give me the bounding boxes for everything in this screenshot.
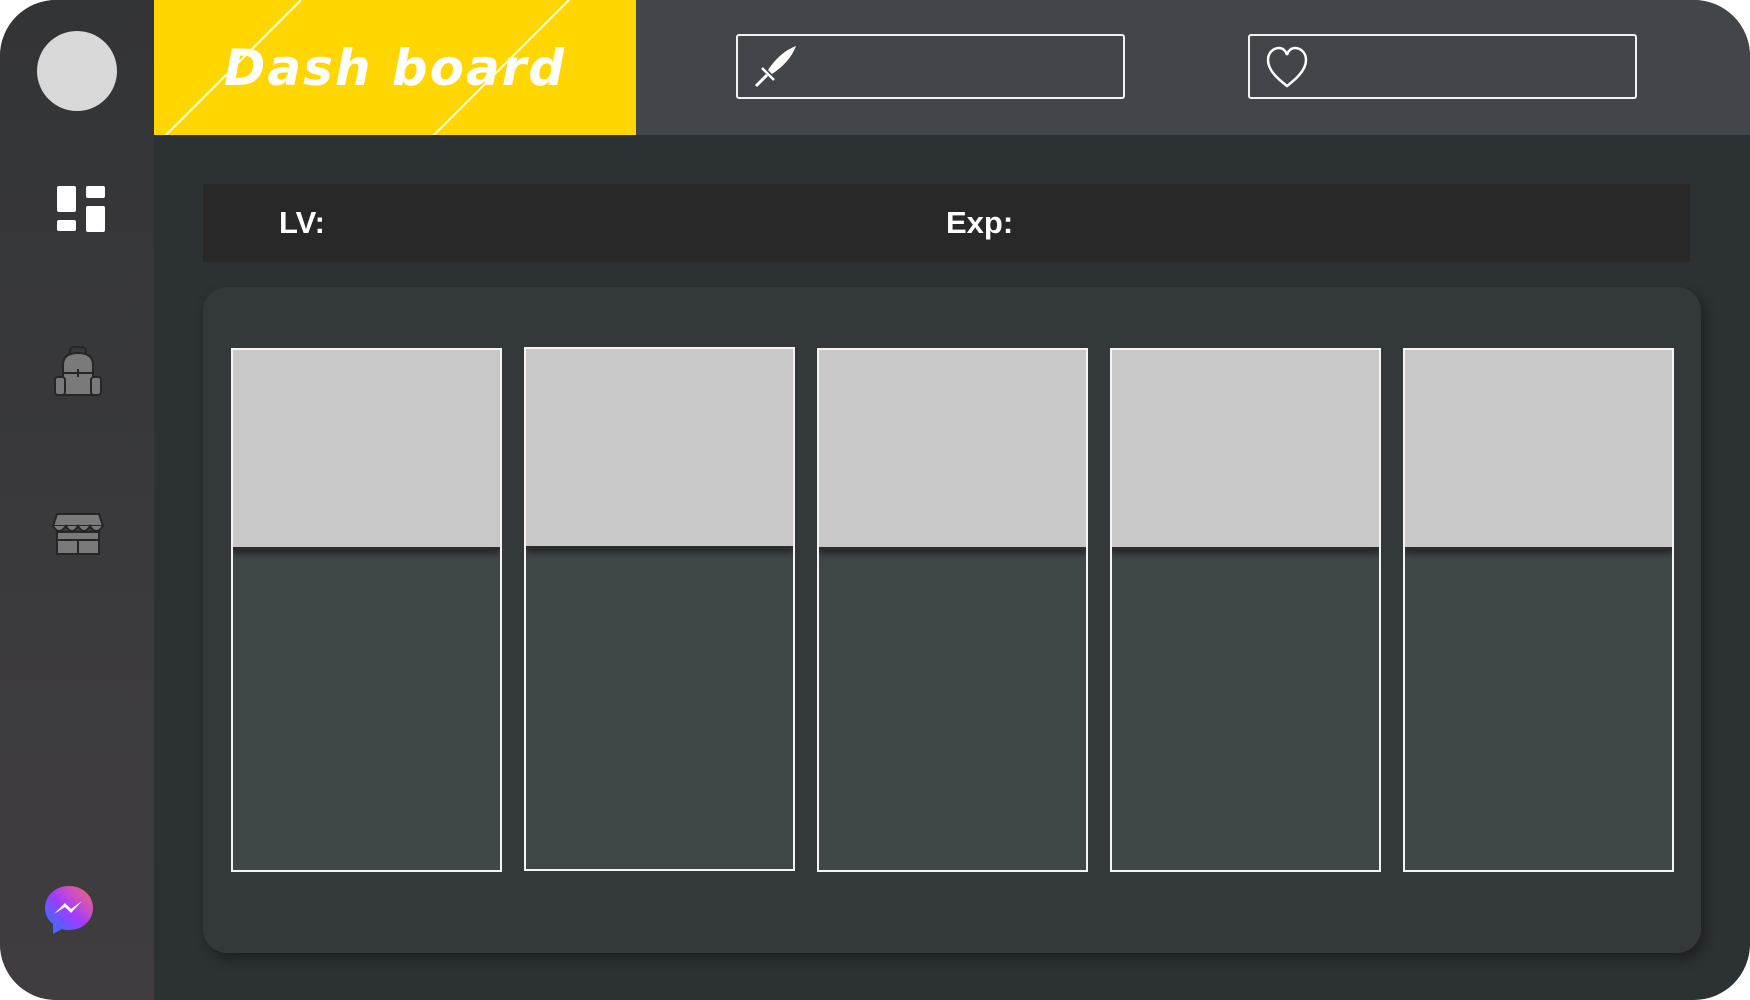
card-slot-2[interactable] [524,347,795,871]
card-image [819,350,1086,550]
avatar[interactable] [37,31,117,111]
page-title: Dash board [223,38,567,97]
stats-bar: LV: Exp: [203,184,1690,262]
shop-icon [51,513,105,555]
heart-icon [1262,42,1312,92]
app-window: Dash board LV: Exp: [0,0,1750,1000]
level-label: LV: [279,205,325,240]
card-image [1112,350,1379,550]
messenger-button[interactable] [43,884,95,936]
exp-label: Exp: [946,205,1014,240]
card-slot-3[interactable] [817,348,1088,872]
card-image [526,349,793,549]
backpack-icon [54,346,102,396]
card-slot-4[interactable] [1110,348,1381,872]
card-slot-5[interactable] [1403,348,1674,872]
health-field[interactable] [1248,34,1637,99]
sidebar-item-inventory[interactable] [47,339,109,401]
dashboard-icon [57,186,105,232]
sidebar-item-dashboard[interactable] [47,177,109,239]
sword-icon [750,42,800,92]
sidebar-item-shop[interactable] [47,498,109,560]
logo: Dash board [154,0,636,135]
attack-field[interactable] [736,34,1125,99]
card-slot-1[interactable] [231,348,502,872]
sidebar [0,0,154,1000]
messenger-icon [45,886,93,934]
card-image [233,350,500,550]
card-image [1405,350,1672,550]
